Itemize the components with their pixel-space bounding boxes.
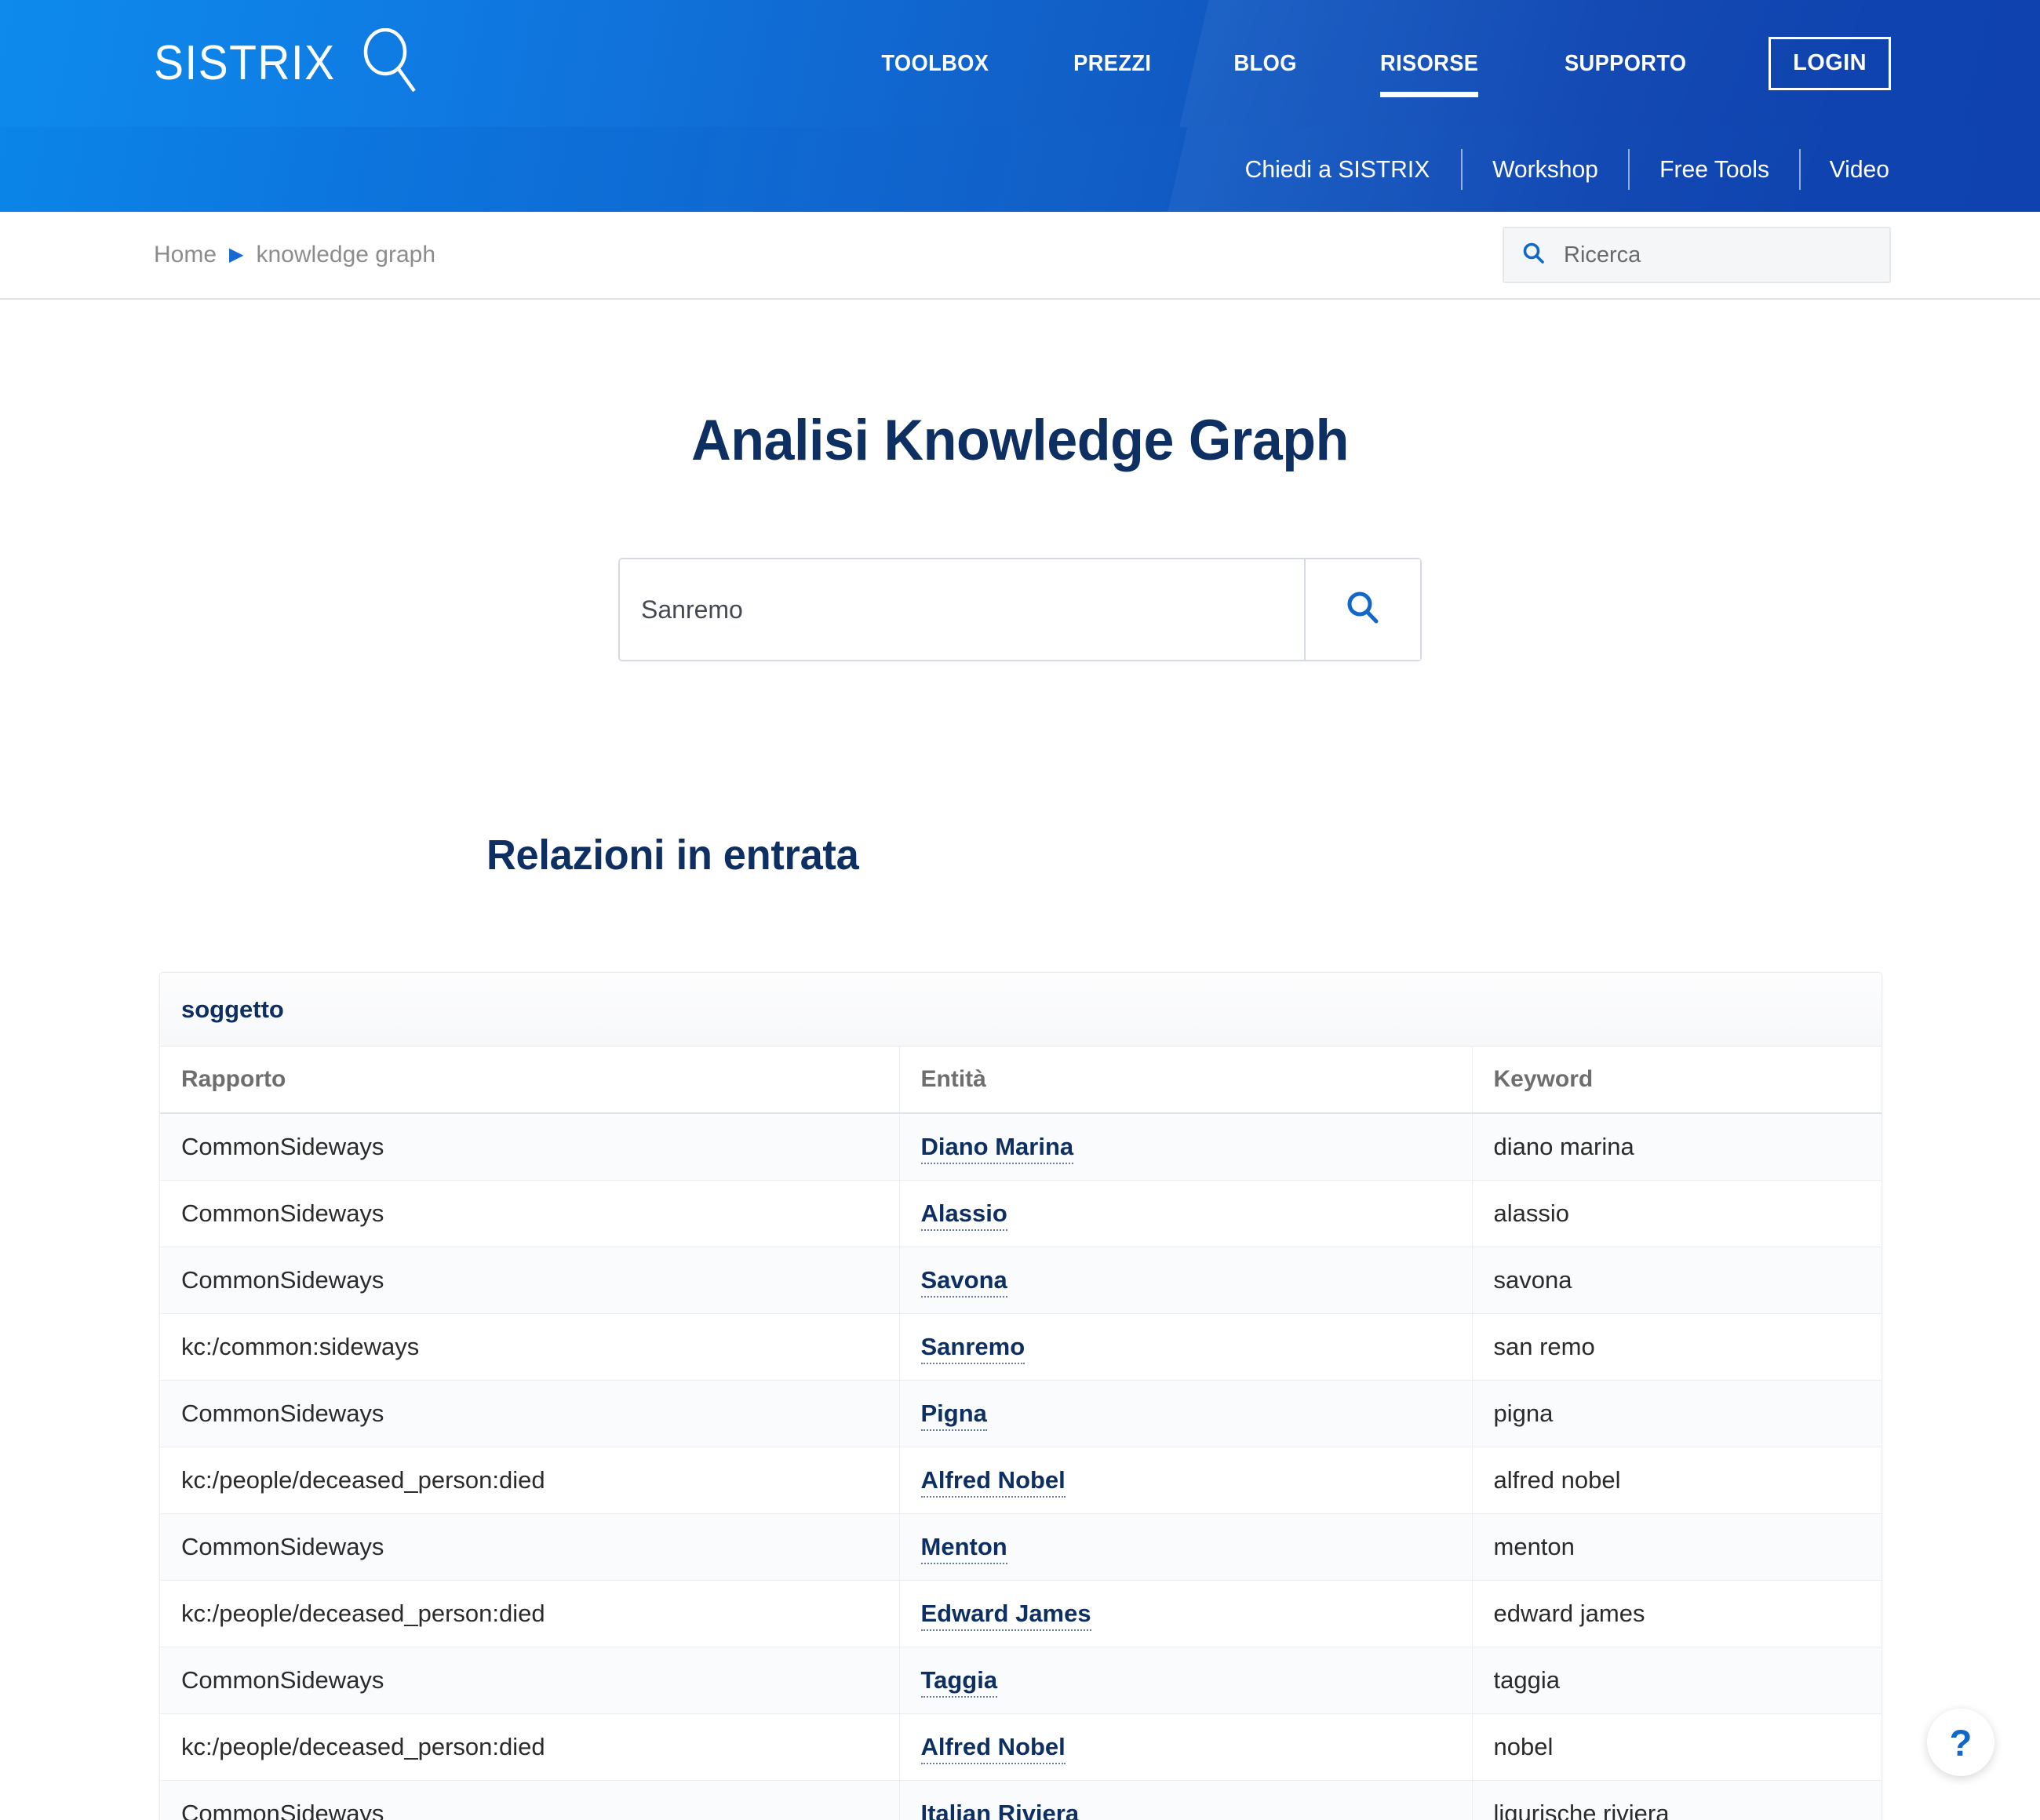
- cell-entita: Savona: [899, 1247, 1473, 1314]
- entity-link[interactable]: Sanremo: [920, 1333, 1025, 1364]
- table-row: CommonSideways Savona savona: [160, 1247, 1882, 1314]
- entity-link[interactable]: Alfred Nobel: [920, 1733, 1066, 1764]
- table-row: CommonSideways Diano Marina diano marina: [160, 1113, 1882, 1181]
- cell-entita: Menton: [899, 1513, 1473, 1581]
- table-row: CommonSideways Italian Riviera ligurische …: [160, 1780, 1882, 1820]
- cell-rapporto: CommonSideways: [160, 1380, 900, 1447]
- main-navigation: TOOLBOX PREZZI BLOG RISORSE SUPPORTO LOG…: [878, 37, 1891, 97]
- column-header-entita[interactable]: Entità: [899, 1046, 1473, 1114]
- secondary-navigation: Chiedi a SISTRIX Workshop Free Tools Vid…: [0, 127, 2040, 212]
- cell-keyword: savona: [1472, 1247, 1882, 1314]
- login-button[interactable]: LOGIN: [1769, 37, 1891, 90]
- card-title-soggetto: soggetto: [181, 995, 284, 1023]
- cell-rapporto: CommonSideways: [160, 1180, 900, 1247]
- nav-item-supporto[interactable]: SUPPORTO: [1565, 43, 1686, 85]
- cell-keyword: nobel: [1472, 1713, 1882, 1781]
- table-row: CommonSideways Menton menton: [160, 1513, 1882, 1581]
- knowledge-graph-search: [618, 558, 1422, 661]
- subnav-divider: [1799, 149, 1801, 190]
- entity-link[interactable]: Italian Riviera: [920, 1800, 1080, 1820]
- table-row: kc:/common:sideways Sanremo san remo: [160, 1313, 1882, 1381]
- search-icon: [1343, 588, 1382, 632]
- cell-keyword: taggia: [1472, 1647, 1882, 1714]
- cell-rapporto: CommonSideways: [160, 1247, 900, 1314]
- table-body: CommonSideways Diano Marina diano marina Co…: [160, 1113, 1882, 1820]
- entity-link[interactable]: Edward James: [920, 1600, 1091, 1631]
- table-header-row: Rapporto Entità Keyword: [160, 1046, 1882, 1114]
- cell-entita: Taggia: [899, 1647, 1473, 1714]
- knowledge-graph-search-input[interactable]: [620, 559, 1304, 660]
- cell-keyword: alfred nobel: [1472, 1447, 1882, 1514]
- cell-entita: Alassio: [899, 1180, 1473, 1247]
- nav-item-blog[interactable]: BLOG: [1234, 43, 1297, 85]
- table-row: CommonSideways Pigna pigna: [160, 1380, 1882, 1447]
- table-row: kc:/people/deceased_person:died Edward Ja…: [160, 1580, 1882, 1647]
- subnav-item-workshop[interactable]: Workshop: [1465, 155, 1626, 184]
- cell-rapporto: CommonSideways: [160, 1780, 900, 1820]
- cell-entita: Alfred Nobel: [899, 1713, 1473, 1781]
- nav-item-prezzi[interactable]: PREZZI: [1073, 43, 1151, 85]
- table-row: kc:/people/deceased_person:died Alfred No…: [160, 1713, 1882, 1781]
- subnav-divider: [1628, 149, 1630, 190]
- site-search-box[interactable]: Ricerca: [1503, 227, 1891, 283]
- cell-rapporto: CommonSideways: [160, 1647, 900, 1714]
- search-icon: [1521, 241, 1546, 270]
- column-header-rapporto[interactable]: Rapporto: [160, 1046, 900, 1114]
- cell-rapporto: kc:/people/deceased_person:died: [160, 1713, 900, 1781]
- cell-keyword: alassio: [1472, 1180, 1882, 1247]
- cell-entita: Sanremo: [899, 1313, 1473, 1381]
- cell-keyword: diano marina: [1472, 1113, 1882, 1181]
- help-button[interactable]: ?: [1927, 1709, 1994, 1776]
- entity-link[interactable]: Alfred Nobel: [920, 1466, 1066, 1498]
- cell-entita: Pigna: [899, 1380, 1473, 1447]
- site-search-placeholder: Ricerca: [1564, 242, 1641, 268]
- cell-entita: Alfred Nobel: [899, 1447, 1473, 1514]
- sistrix-logo[interactable]: SISTRIX: [154, 27, 421, 100]
- breadcrumb-bar: Home ▶ knowledge graph Ricerca: [0, 212, 2040, 300]
- knowledge-graph-search-button[interactable]: [1304, 559, 1420, 660]
- entity-link[interactable]: Diano Marina: [920, 1133, 1074, 1164]
- cell-entita: Diano Marina: [899, 1113, 1473, 1181]
- cell-rapporto: kc:/common:sideways: [160, 1313, 900, 1381]
- table-row: CommonSideways Alassio alassio: [160, 1180, 1882, 1247]
- cell-rapporto: kc:/people/deceased_person:died: [160, 1580, 900, 1647]
- nav-item-toolbox[interactable]: TOOLBOX: [881, 43, 989, 85]
- entity-link[interactable]: Pigna: [920, 1400, 987, 1431]
- cell-keyword: ligurische riviera: [1472, 1780, 1882, 1820]
- subnav-item-chiedi-a-sistrix[interactable]: Chiedi a SISTRIX: [1218, 155, 1457, 184]
- subnav-item-video[interactable]: Video: [1802, 155, 1889, 184]
- cell-keyword: pigna: [1472, 1380, 1882, 1447]
- breadcrumb-current: knowledge graph: [256, 242, 436, 268]
- section-title-relazioni-in-entrata: Relazioni in entrata: [486, 832, 859, 879]
- cell-rapporto: CommonSideways: [160, 1513, 900, 1581]
- relations-table: Rapporto Entità Keyword CommonSideways Di…: [160, 1046, 1882, 1820]
- breadcrumb-home[interactable]: Home: [154, 242, 217, 268]
- column-header-keyword[interactable]: Keyword: [1472, 1046, 1882, 1114]
- subnav-divider: [1461, 149, 1463, 190]
- chevron-right-icon: ▶: [229, 244, 244, 265]
- cell-rapporto: kc:/people/deceased_person:died: [160, 1447, 900, 1514]
- entity-link[interactable]: Alassio: [920, 1199, 1007, 1231]
- site-header: SISTRIX TOOLBOX PREZZI BLOG RISORSE SUPP…: [0, 0, 2040, 127]
- page-title: Analisi Knowledge Graph: [691, 409, 1349, 472]
- entity-link[interactable]: Savona: [920, 1266, 1007, 1298]
- magnifier-icon: [359, 27, 421, 100]
- cell-entita: Edward James: [899, 1580, 1473, 1647]
- cell-keyword: menton: [1472, 1513, 1882, 1581]
- table-row: kc:/people/deceased_person:died Alfred No…: [160, 1447, 1882, 1514]
- nav-item-risorse[interactable]: RISORSE: [1380, 43, 1480, 97]
- entity-link[interactable]: Menton: [920, 1533, 1007, 1564]
- cell-keyword: san remo: [1472, 1313, 1882, 1381]
- table-row: CommonSideways Taggia taggia: [160, 1647, 1882, 1714]
- relations-table-card: soggetto Rapporto Entità Keyword CommonS…: [159, 972, 1882, 1820]
- cell-rapporto: CommonSideways: [160, 1113, 900, 1181]
- relations-table-card-header: soggetto: [160, 973, 1882, 1046]
- logo-wordmark: SISTRIX: [154, 36, 336, 90]
- subnav-item-free-tools[interactable]: Free Tools: [1632, 155, 1797, 184]
- entity-link[interactable]: Taggia: [920, 1666, 998, 1698]
- cell-entita: Italian Riviera: [899, 1780, 1473, 1820]
- cell-keyword: edward james: [1472, 1580, 1882, 1647]
